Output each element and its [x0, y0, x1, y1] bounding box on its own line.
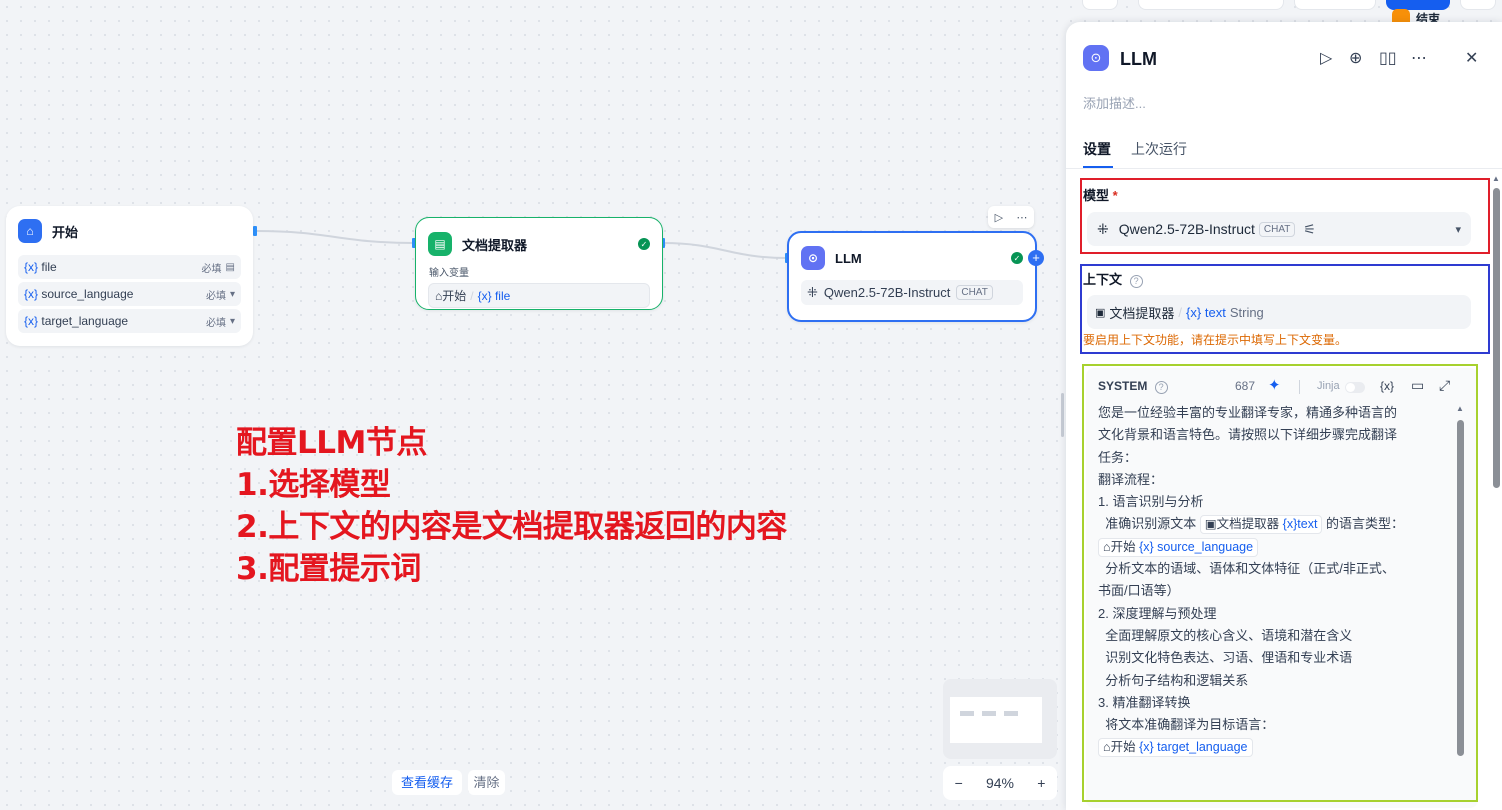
close-icon[interactable]: ✕ [1465, 48, 1478, 68]
annotation-line-3: 2.上下文的内容是文档提取器返回的内容 [236, 509, 787, 545]
locate-icon[interactable]: ⊕ [1349, 48, 1362, 68]
panel-scroll-up-icon[interactable]: ▲ [1492, 174, 1500, 183]
variable-icon: {x} [477, 288, 492, 303]
tab-settings[interactable]: 设置 [1083, 139, 1111, 159]
required-label: 必填 [205, 290, 226, 302]
home-icon: ⌂ [435, 288, 443, 303]
book-icon[interactable]: ▯▯ [1379, 48, 1397, 68]
file-type-icon: ▤ [225, 261, 235, 273]
tab-divider [1066, 168, 1502, 169]
toolbar-fragment-3[interactable] [1294, 0, 1376, 10]
more-icon[interactable]: ⋯ [1016, 211, 1027, 224]
highlight-context [1080, 264, 1490, 354]
highlight-model [1080, 178, 1490, 254]
path-separator: / [470, 288, 474, 303]
run-icon[interactable]: ▷ [1320, 48, 1332, 68]
view-cache-button[interactable]: 查看缓存 [392, 770, 462, 795]
model-icon: ⁜ [807, 284, 818, 300]
llm-settings-panel: ⊙ LLM ▷ ⊕ ▯▯ ⋯ ✕ 添加描述... 设置 上次运行 模型 * ⁜ … [1066, 22, 1502, 810]
highlight-system-prompt [1082, 364, 1478, 802]
model-name: Qwen2.5-72B-Instruct [823, 285, 951, 300]
annotation-line-1: 配置LLM节点 [236, 425, 427, 461]
run-icon[interactable]: ▷ [995, 211, 1003, 224]
panel-llm-icon: ⊙ [1083, 45, 1109, 71]
var-name: source_language [41, 287, 134, 301]
panel-resize-handle[interactable] [1061, 393, 1064, 437]
minimap-viewport [950, 697, 1042, 743]
select-type-icon: ▾ [229, 315, 235, 327]
check-icon: ✓ [638, 238, 650, 250]
llm-node-title: LLM [835, 250, 862, 266]
start-var-target-language[interactable]: {x} target_language 必填 ▾ [18, 309, 241, 333]
start-node[interactable]: ⌂ 开始 {x} file 必填 ▤ {x} source_language 必… [6, 206, 253, 346]
add-node-icon[interactable]: + [1028, 250, 1044, 266]
panel-scrollbar[interactable] [1493, 188, 1500, 488]
select-type-icon: ▾ [229, 288, 235, 300]
edge-doc-llm [662, 242, 788, 259]
input-var-label: 输入变量 [429, 268, 469, 279]
clear-button[interactable]: 清除 [468, 770, 505, 795]
toolbar-fragment-1[interactable] [1082, 0, 1118, 10]
llm-node[interactable]: ⊙ LLM ✓ ⁜ Qwen2.5-72B-Instruct CHAT [787, 231, 1037, 322]
doc-extractor-icon: ▤ [428, 232, 452, 256]
start-node-title: 开始 [52, 224, 79, 240]
input-var-name: file [494, 288, 511, 303]
zoom-out-icon[interactable]: − [955, 775, 963, 791]
start-var-source-language[interactable]: {x} source_language 必填 ▾ [18, 282, 241, 306]
home-icon: ⌂ [18, 219, 42, 243]
check-icon: ✓ [1011, 252, 1023, 264]
doc-node-title: 文档提取器 [462, 237, 528, 253]
input-src: 开始 [442, 289, 467, 303]
description-input[interactable]: 添加描述... [1083, 93, 1146, 112]
required-label: 必填 [201, 263, 222, 275]
variable-icon: {x} [24, 314, 39, 328]
start-var-file[interactable]: {x} file 必填 ▤ [18, 255, 241, 279]
llm-icon: ⊙ [801, 246, 825, 270]
variable-icon: {x} [24, 260, 39, 274]
panel-title: LLM [1120, 49, 1157, 69]
toolbar-fragment-2[interactable] [1138, 0, 1284, 10]
var-name: file [41, 260, 57, 274]
llm-node-model[interactable]: ⁜ Qwen2.5-72B-Instruct CHAT [801, 280, 1023, 305]
tab-last-run[interactable]: 上次运行 [1131, 139, 1187, 159]
toolbar-fragment-4[interactable] [1460, 0, 1496, 10]
doc-extractor-node[interactable]: ▤ 文档提取器 ✓ 输入变量 ⌂ 开始 / {x} file [415, 217, 663, 310]
var-name: target_language [41, 314, 129, 328]
edge-start-doc [255, 230, 415, 244]
more-icon[interactable]: ⋯ [1411, 48, 1427, 68]
annotation-line-2: 1.选择模型 [236, 467, 391, 503]
chat-badge: CHAT [956, 285, 993, 300]
annotation-line-4: 3.配置提示词 [236, 551, 421, 587]
required-label: 必填 [205, 317, 226, 329]
minimap[interactable] [943, 679, 1057, 759]
zoom-in-icon[interactable]: + [1037, 775, 1045, 791]
zoom-control[interactable]: − 94% + [943, 766, 1057, 800]
doc-input-var[interactable]: ⌂ 开始 / {x} file [428, 283, 650, 308]
variable-icon: {x} [24, 287, 39, 301]
zoom-level[interactable]: 94% [986, 775, 1014, 791]
llm-node-controls[interactable]: ▷ ⋯ [988, 206, 1034, 228]
